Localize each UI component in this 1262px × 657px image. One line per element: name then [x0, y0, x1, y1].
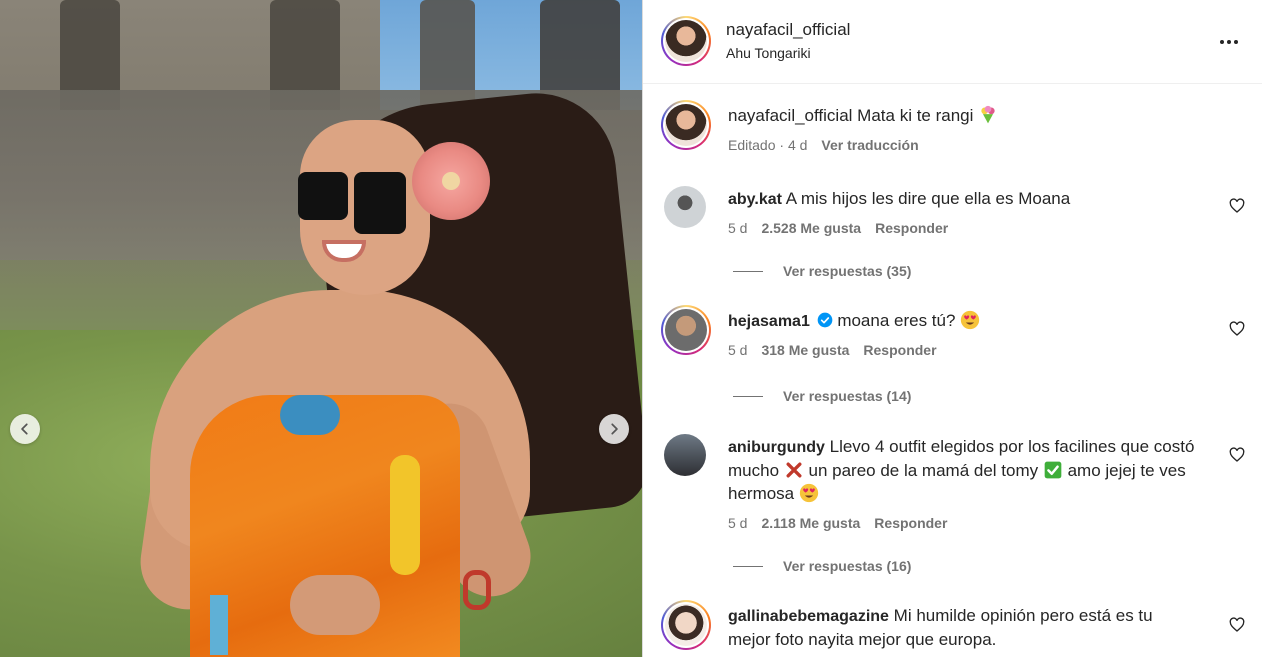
comment-meta: 5 d 318 Me gusta Responder: [728, 342, 937, 358]
divider-line: [733, 270, 763, 272]
comment-likes[interactable]: 2.118 Me gusta: [761, 515, 860, 531]
more-options-button[interactable]: [1217, 32, 1241, 52]
translate-button[interactable]: Ver traducción: [821, 137, 918, 153]
check-mark-icon: [1044, 461, 1062, 479]
like-heart-icon[interactable]: [1229, 617, 1245, 633]
comment-text-part-2: un pareo de la mamá del tomy: [808, 461, 1039, 480]
comment-text-block: gallinabebemagazine Mi humilde opinión p…: [728, 604, 1198, 651]
reply-button[interactable]: Responder: [863, 342, 936, 358]
divider-line: [733, 395, 763, 397]
comment-text-block: aby.kat A mis hijos les dire que ella es…: [728, 187, 1198, 211]
photo-sunglasses: [298, 172, 408, 234]
view-replies-button[interactable]: Ver respuestas (16): [733, 558, 911, 574]
reply-button[interactable]: Responder: [875, 220, 948, 236]
author-avatar[interactable]: [661, 16, 711, 66]
caption-meta: Editado · 4 d Ver traducción: [728, 137, 919, 153]
comment-likes[interactable]: 2.528 Me gusta: [761, 220, 861, 236]
post-location[interactable]: Ahu Tongariki: [726, 45, 811, 61]
comment-age: 5 d: [728, 220, 748, 236]
view-replies-label: Ver respuestas (35): [783, 263, 912, 279]
commenter-avatar[interactable]: [664, 434, 706, 476]
caption-username[interactable]: nayafacil_official: [728, 106, 852, 125]
caption-text-block: nayafacil_official Mata ki te rangi: [728, 104, 1198, 127]
commenter-avatar[interactable]: [661, 600, 711, 650]
comment-text-block: hejasama1 moana eres tú?: [728, 309, 1198, 333]
bouquet-icon: [981, 105, 995, 124]
view-replies-label: Ver respuestas (16): [783, 558, 912, 574]
chevron-right-icon: [611, 423, 618, 435]
more-dots-icon: [1220, 40, 1224, 44]
comment-age: 5 d: [728, 342, 748, 358]
comment-username[interactable]: aby.kat: [728, 191, 782, 208]
verified-badge-icon: [817, 312, 832, 328]
comment-meta: 5 d 2.528 Me gusta Responder: [728, 220, 948, 236]
reply-button[interactable]: Responder: [874, 515, 947, 531]
comment-username[interactable]: gallinabebemagazine: [728, 608, 889, 625]
post-header: nayafacil_official Ahu Tongariki: [643, 0, 1262, 84]
caption-text: Mata ki te rangi: [857, 106, 974, 125]
view-replies-label: Ver respuestas (14): [783, 388, 912, 404]
carousel-previous-button[interactable]: [10, 414, 40, 444]
commenter-avatar[interactable]: [664, 186, 706, 228]
author-username[interactable]: nayafacil_official: [726, 20, 850, 40]
photo-bracelet: [463, 570, 491, 610]
chevron-left-icon: [21, 423, 28, 435]
photo-hand: [290, 575, 380, 635]
comment-username[interactable]: aniburgundy: [728, 439, 825, 456]
commenter-avatar[interactable]: [661, 305, 711, 355]
photo-flower: [412, 142, 490, 220]
comment-username[interactable]: hejasama1: [728, 313, 810, 330]
comment-meta: 5 d 2.118 Me gusta Responder: [728, 515, 947, 531]
comment-likes[interactable]: 318 Me gusta: [761, 342, 849, 358]
view-replies-button[interactable]: Ver respuestas (35): [733, 263, 911, 279]
comment-text: moana eres tú?: [837, 311, 956, 330]
like-heart-icon[interactable]: [1229, 198, 1245, 214]
cross-mark-icon: [786, 462, 802, 478]
divider-line: [733, 565, 763, 567]
carousel-next-button[interactable]: [599, 414, 629, 444]
caption-edited-age: Editado · 4 d: [728, 137, 808, 153]
comments-panel: nayafacil_official Ahu Tongariki nayafac…: [642, 0, 1262, 657]
heart-eyes-icon: [961, 310, 980, 330]
like-heart-icon[interactable]: [1229, 447, 1245, 463]
caption-avatar[interactable]: [661, 100, 711, 150]
comment-text-block: aniburgundy Llevo 4 outfit elegidos por …: [728, 435, 1198, 505]
comment-text: A mis hijos les dire que ella es Moana: [785, 189, 1071, 208]
comment-age: 5 d: [728, 515, 748, 531]
post-photo[interactable]: [0, 0, 642, 657]
view-replies-button[interactable]: Ver respuestas (14): [733, 388, 911, 404]
like-heart-icon[interactable]: [1229, 321, 1245, 337]
heart-eyes-icon: [799, 483, 819, 503]
